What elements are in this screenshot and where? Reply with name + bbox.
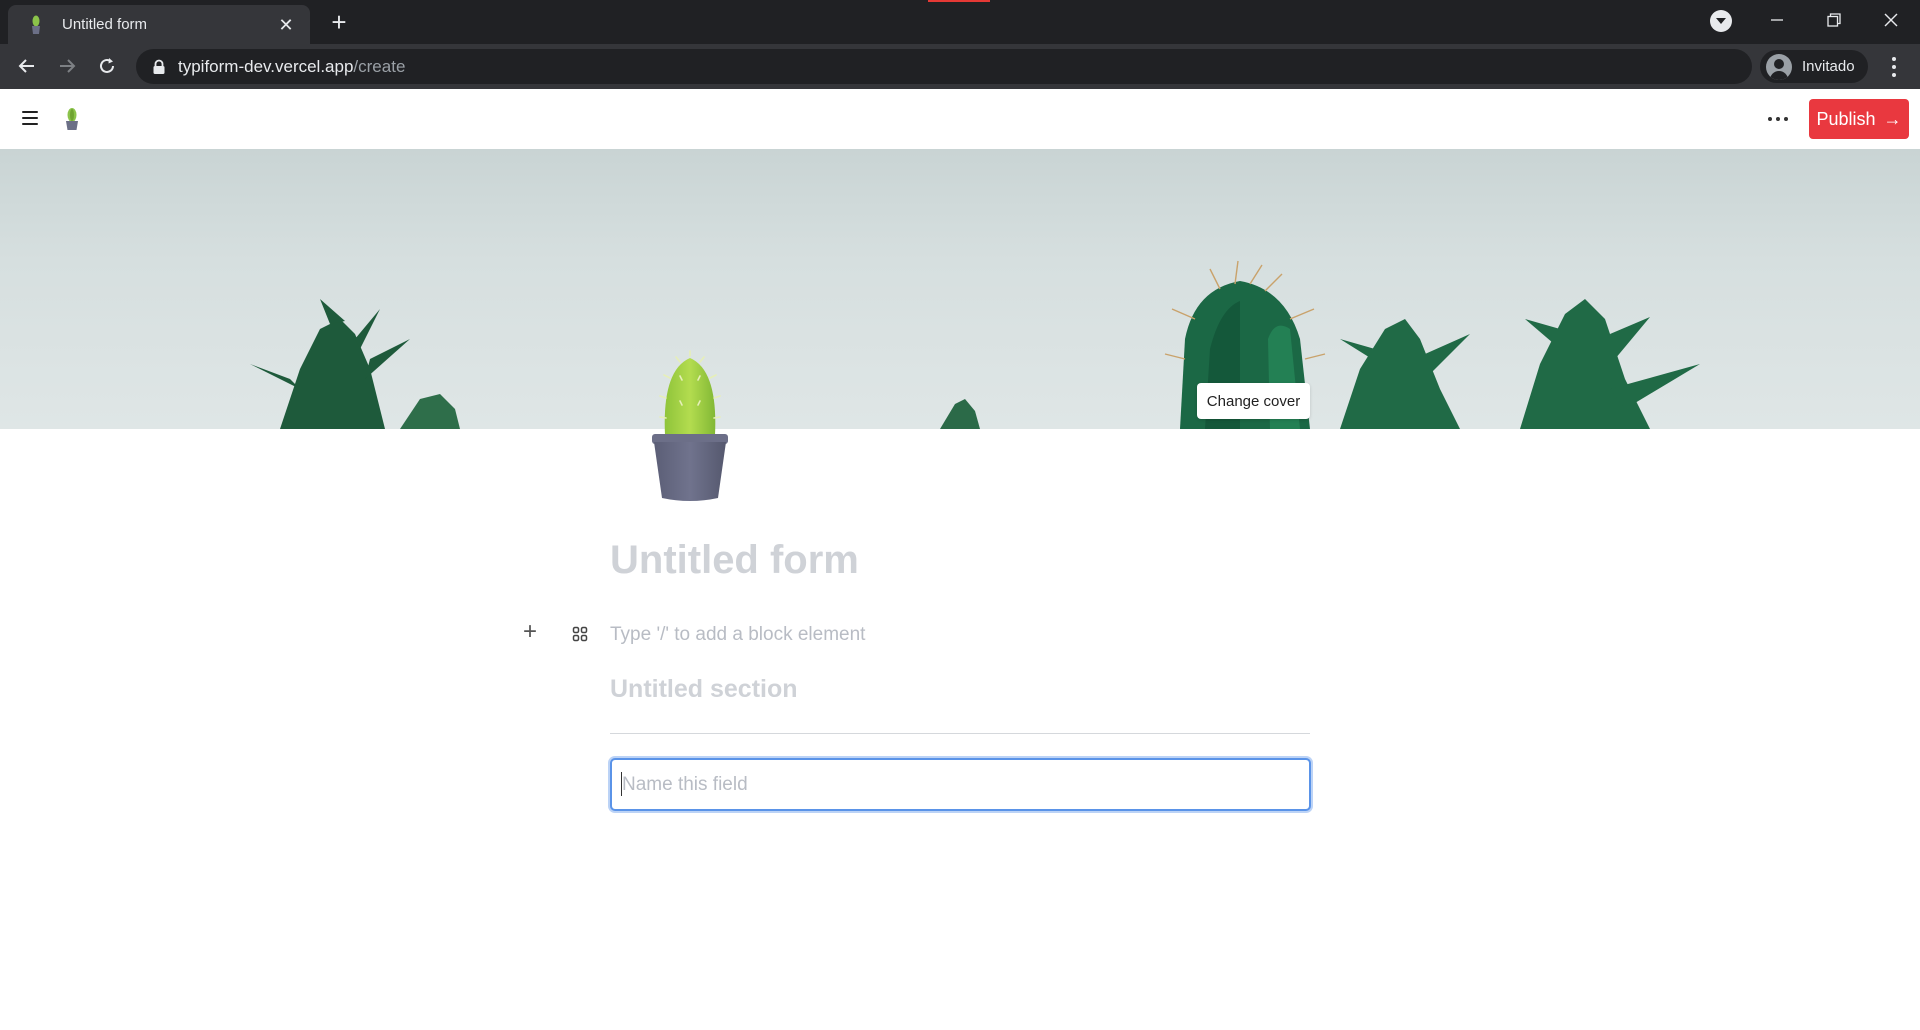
publish-label: Publish	[1816, 108, 1876, 129]
url-path: /create	[353, 56, 406, 76]
restore-icon[interactable]	[1819, 0, 1849, 40]
new-tab-button[interactable]: +	[324, 8, 354, 38]
profile-name: Invitado	[1802, 58, 1855, 75]
add-block-icon[interactable]: +	[520, 620, 540, 644]
reload-icon[interactable]	[91, 50, 123, 82]
lock-icon	[153, 59, 165, 74]
profile-button[interactable]: Invitado	[1760, 50, 1868, 83]
section-divider	[610, 733, 1310, 734]
browser-menu-icon[interactable]	[1882, 54, 1906, 80]
hamburger-menu-icon[interactable]	[22, 111, 38, 125]
change-cover-button[interactable]: Change cover	[1197, 383, 1310, 419]
cactus-logo-icon	[66, 108, 78, 130]
recording-indicator	[928, 0, 990, 2]
app-header: Publish →	[0, 89, 1920, 149]
block-placeholder[interactable]: Type '/' to add a block element	[610, 624, 865, 646]
browser-tab-strip: Untitled form ✕ +	[0, 0, 1920, 44]
field-name-input[interactable]	[610, 758, 1311, 811]
text-caret	[621, 772, 622, 796]
window-close-icon[interactable]	[1876, 0, 1906, 40]
tab-close-icon[interactable]: ✕	[276, 15, 296, 35]
minimize-icon[interactable]	[1762, 0, 1792, 40]
form-title[interactable]: Untitled form	[610, 538, 859, 583]
tab-title: Untitled form	[62, 16, 148, 33]
back-arrow-icon[interactable]	[11, 50, 43, 82]
tab-search-icon[interactable]	[1710, 10, 1732, 32]
drag-grid-icon[interactable]	[572, 626, 588, 642]
url-host: typiform-dev.vercel.app	[178, 56, 354, 76]
cactus-favicon-icon	[28, 15, 44, 35]
cactus-cover-illustration	[250, 260, 1700, 429]
avatar	[1766, 53, 1792, 80]
more-options-icon[interactable]	[1768, 114, 1788, 124]
cover-image	[0, 149, 1920, 429]
arrow-right-icon: →	[1883, 108, 1902, 129]
address-bar[interactable]: typiform-dev.vercel.app/create	[136, 49, 1752, 84]
browser-toolbar: typiform-dev.vercel.app/create Invitado	[0, 44, 1920, 89]
cactus-pot-icon[interactable]	[640, 350, 740, 505]
section-title[interactable]: Untitled section	[610, 675, 798, 704]
browser-tab[interactable]: Untitled form ✕	[8, 5, 310, 44]
publish-button[interactable]: Publish →	[1809, 99, 1909, 139]
forward-arrow-icon[interactable]	[51, 50, 83, 82]
